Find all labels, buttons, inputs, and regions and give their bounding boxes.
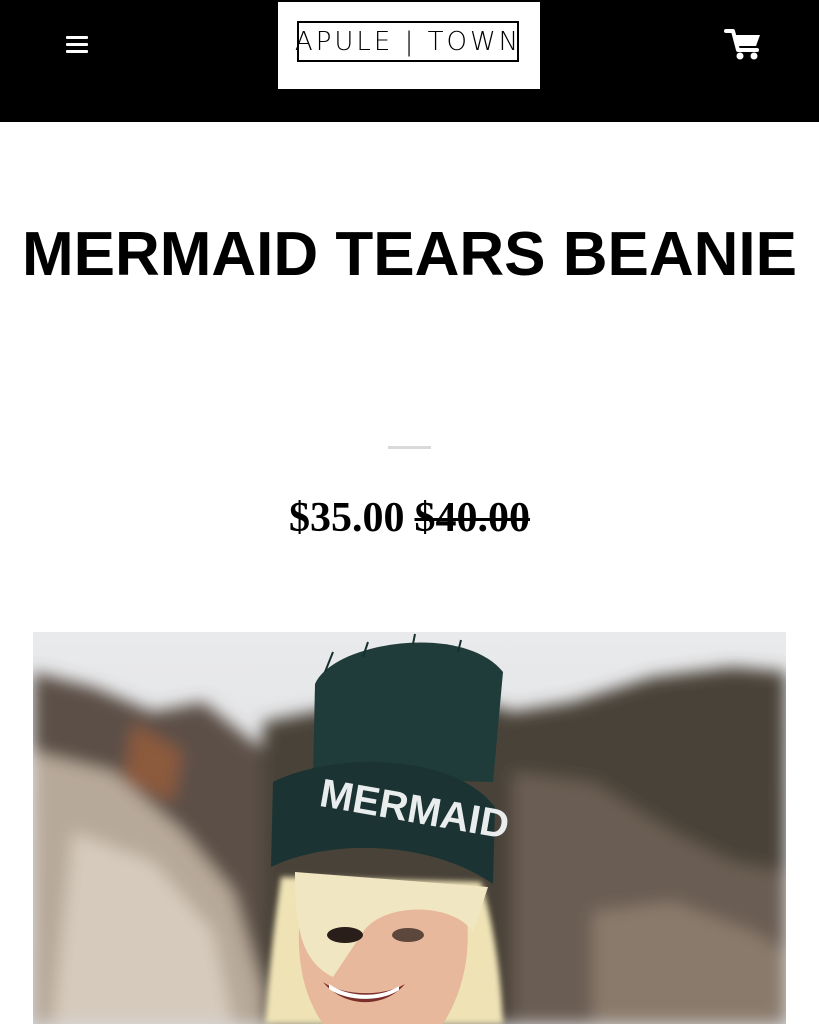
price-row: $35.00 $40.00 <box>0 490 819 546</box>
hamburger-menu-icon[interactable] <box>64 33 90 57</box>
product-title: MERMAID TEARS BEANIE <box>21 220 798 289</box>
sale-price: $35.00 <box>289 495 405 541</box>
product-image[interactable]: MERMAID <box>33 632 786 1024</box>
logo-text: APULE | TOWN <box>294 26 522 57</box>
logo-frame: APULE | TOWN <box>294 21 522 62</box>
title-divider <box>388 446 431 449</box>
original-price: $40.00 <box>414 495 531 541</box>
site-header: APULE | TOWN <box>0 0 819 122</box>
product-photo: MERMAID <box>33 632 786 1024</box>
logo[interactable]: APULE | TOWN <box>278 2 540 89</box>
shopping-cart-icon[interactable] <box>724 26 764 62</box>
